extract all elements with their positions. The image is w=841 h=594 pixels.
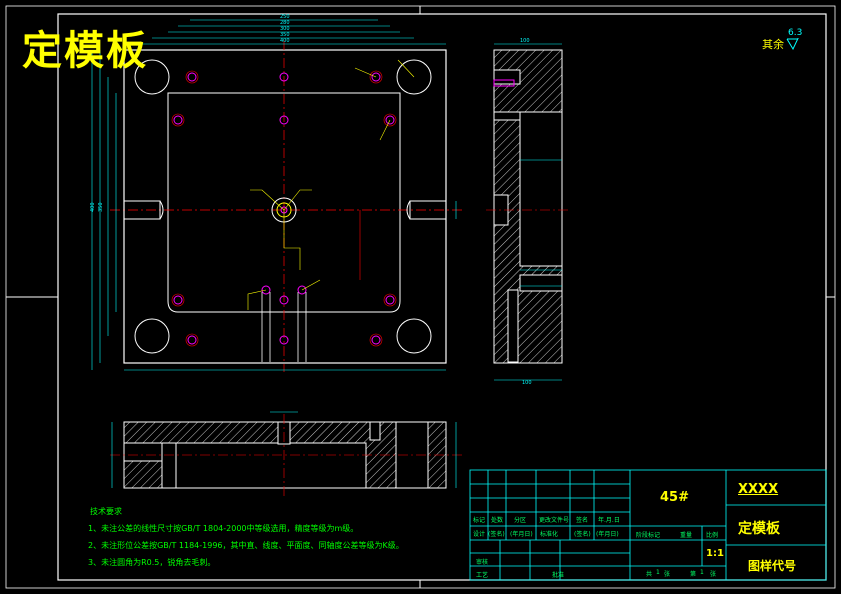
tb-value-date-2: (年月日) <box>596 531 619 538</box>
tb-review: 审核 <box>476 559 489 566</box>
tb-sheet-no-label: 第 <box>690 571 697 578</box>
notes-heading: 技术要求 <box>90 507 122 516</box>
roughness-symbol: 其余 6.3 <box>762 28 802 52</box>
tb-process: 工艺 <box>476 572 489 579</box>
side-view: 100 100 <box>486 38 570 386</box>
technical-notes: 技术要求 1、未注公差的线性尺寸按GB/T 1804-2000中等级选用，精度等… <box>88 503 404 571</box>
tb-sheets-unit-2: 张 <box>710 571 717 578</box>
svg-text:250: 250 <box>280 14 290 20</box>
tb-label-zone: 分区 <box>514 517 527 524</box>
note-item-2: 2、未注形位公差按GB/T 1184-1996，其中直、线度、平面度、同轴度公差… <box>88 541 404 550</box>
note-item-1: 1、未注公差的线性尺寸按GB/T 1804-2000中等级选用，精度等级为m级。 <box>88 524 359 533</box>
tb-label-mark: 标记 <box>473 517 486 524</box>
tb-label-change-doc: 更改文件号 <box>539 517 570 524</box>
tb-sheet-no: 1 <box>700 569 704 576</box>
svg-text:400: 400 <box>90 202 96 212</box>
tb-sheets-total: 1 <box>656 569 660 576</box>
svg-text:100: 100 <box>522 380 532 386</box>
tb-part-name: 定模板 <box>738 521 780 537</box>
tb-value-sign-2: (签名) <box>574 531 591 538</box>
tb-sheets-unit-1: 张 <box>664 571 671 578</box>
svg-text:100: 100 <box>520 38 530 44</box>
tb-label-date: 年.月.日 <box>598 517 620 524</box>
section-view <box>110 411 462 496</box>
note-item-3: 3、未注圆角为R0.5，锐角去毛刺。 <box>88 558 216 567</box>
tb-value-date-1: (年月日) <box>510 531 533 538</box>
svg-text:350: 350 <box>98 202 104 212</box>
tb-stage-mark: 阶段标记 <box>636 532 661 539</box>
tb-standardization: 标准化 <box>540 531 559 538</box>
drawing-title: 定模板 <box>22 28 148 74</box>
tb-design: 设计 <box>473 531 486 538</box>
roughness-label: 其余 <box>762 38 784 51</box>
tb-scale: 1:1 <box>706 548 724 559</box>
tb-label-signature: 签名 <box>576 517 589 524</box>
tb-material: 45# <box>660 490 689 505</box>
tb-sheets-total-label: 共 <box>646 571 653 578</box>
svg-text:280: 280 <box>280 20 290 26</box>
svg-text:350: 350 <box>280 32 290 38</box>
drawing-border <box>5 5 836 589</box>
tb-approve: 批准 <box>552 572 565 579</box>
tb-label-count: 处数 <box>491 517 504 524</box>
svg-text:300: 300 <box>280 26 290 32</box>
roughness-triangle-icon <box>786 38 799 50</box>
tb-drawing-no-label: 图样代号 <box>748 559 797 573</box>
roughness-value: 6.3 <box>788 28 803 38</box>
tb-weight: 重量 <box>680 532 693 539</box>
svg-text:400: 400 <box>280 38 290 44</box>
tb-company: XXXX <box>738 482 779 497</box>
tb-scale-label: 比例 <box>706 532 719 539</box>
tb-value-sign-1: (签名) <box>488 531 505 538</box>
